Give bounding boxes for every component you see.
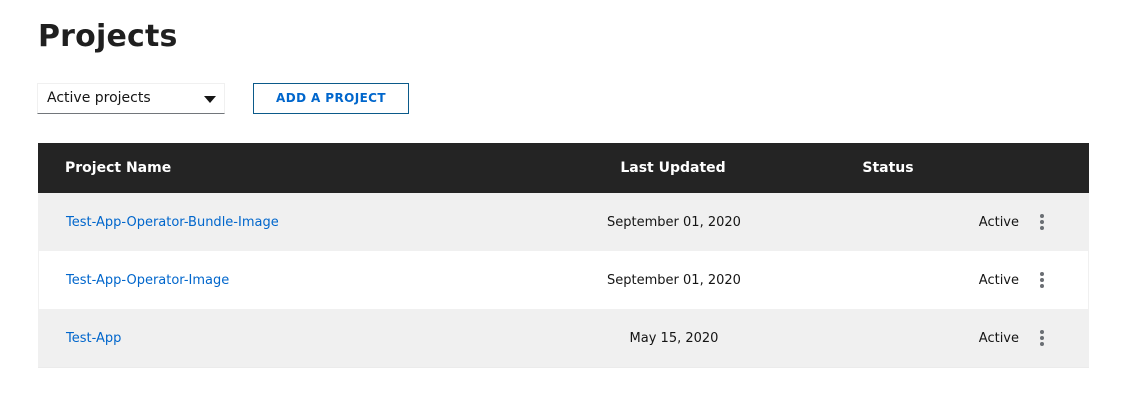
status-value: Active: [978, 272, 1019, 288]
project-name-link[interactable]: Test-App-Operator-Bundle-Image: [39, 215, 559, 230]
last-updated-value: May 15, 2020: [629, 330, 719, 346]
last-updated-value: September 01, 2020: [607, 272, 741, 288]
project-name-link[interactable]: Test-App: [39, 331, 559, 346]
add-project-button[interactable]: ADD A PROJECT: [253, 82, 409, 114]
page-title: Projects: [38, 19, 178, 54]
toolbar: Active projects ADD A PROJECT: [37, 82, 409, 114]
table-row: Test-App May 15, 2020 Active: [38, 309, 1089, 367]
project-name-link[interactable]: Test-App-Operator-Image: [39, 273, 559, 288]
last-updated-value: September 01, 2020: [607, 214, 741, 230]
kebab-menu-icon[interactable]: [1036, 328, 1048, 348]
table-row: Test-App-Operator-Bundle-Image September…: [38, 193, 1089, 251]
project-filter-select[interactable]: Active projects: [37, 82, 225, 114]
project-filter-value: Active projects: [47, 90, 151, 106]
column-header-last-updated[interactable]: Last Updated: [558, 160, 788, 176]
projects-table: Project Name Last Updated Status Test-Ap…: [38, 143, 1089, 368]
kebab-menu-icon[interactable]: [1036, 212, 1048, 232]
kebab-menu-icon[interactable]: [1036, 270, 1048, 290]
table-row: Test-App-Operator-Image September 01, 20…: [38, 251, 1089, 309]
column-header-status[interactable]: Status: [788, 160, 988, 176]
status-value: Active: [978, 330, 1019, 346]
caret-down-icon: [204, 95, 216, 103]
table-header: Project Name Last Updated Status: [38, 143, 1089, 193]
status-value: Active: [978, 214, 1019, 230]
column-header-project-name[interactable]: Project Name: [38, 160, 558, 176]
